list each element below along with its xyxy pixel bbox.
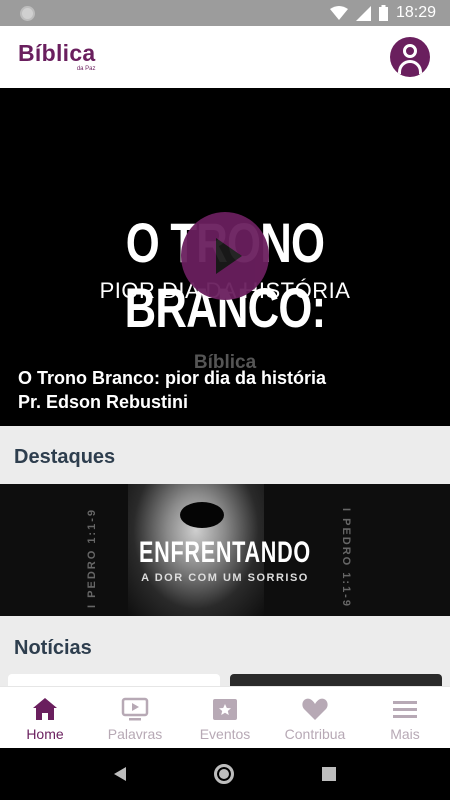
nav-label-eventos: Eventos	[199, 726, 251, 742]
logo-subtext: da Paz	[76, 66, 96, 72]
logo-text: Bíblica	[18, 40, 96, 66]
nav-item-eventos[interactable]: Eventos	[180, 687, 270, 748]
status-time: 18:29	[395, 4, 436, 21]
heart-icon	[302, 698, 328, 720]
status-bar: 18:29	[0, 0, 450, 26]
nav-label-contribua: Contribua	[284, 726, 346, 742]
banner-image-detail	[180, 502, 224, 528]
app-logo[interactable]: Bíblica da Paz	[18, 40, 96, 73]
signal-icon	[355, 5, 371, 21]
video-title: O Trono Branco: pior dia da história	[18, 368, 327, 388]
battery-icon	[378, 5, 388, 21]
notification-dot-icon	[20, 5, 35, 21]
nav-label-palavras: Palavras	[107, 726, 163, 742]
nav-label-home: Home	[26, 726, 64, 742]
nav-item-palavras[interactable]: Palavras	[90, 687, 180, 748]
play-button-icon[interactable]	[181, 212, 269, 300]
section-title-noticias: Notícias	[14, 637, 92, 659]
section-title-destaques: Destaques	[14, 446, 116, 468]
system-navigation-bar	[0, 748, 450, 800]
banner-title: ENFRENTANDO	[139, 536, 311, 569]
video-author: Pr. Edson Rebustini	[18, 392, 189, 412]
bottom-navigation: Home Palavras Eventos Contribua Mais	[0, 686, 450, 748]
back-icon[interactable]	[114, 767, 126, 781]
recent-apps-icon[interactable]	[322, 767, 336, 781]
wifi-icon	[329, 6, 348, 20]
video-caption: O Trono Branco: pior dia da história Pr.…	[18, 366, 326, 414]
profile-avatar-icon[interactable]	[390, 37, 430, 77]
menu-icon	[393, 701, 417, 718]
featured-video[interactable]: O TRONO BRANCO: PIOR DIA DA HISTÓRIA Bíb…	[0, 88, 450, 426]
video-icon	[121, 697, 149, 721]
home-icon	[33, 698, 57, 720]
events-icon	[213, 699, 237, 720]
app-header: Bíblica da Paz	[0, 26, 450, 88]
status-icons: 18:29	[329, 4, 436, 22]
home-circle-icon[interactable]	[214, 764, 234, 784]
nav-label-mais: Mais	[390, 726, 420, 742]
nav-item-home[interactable]: Home	[0, 687, 90, 748]
nav-item-contribua[interactable]: Contribua	[270, 687, 360, 748]
highlight-banner[interactable]: I PEDRO 1:1-9 I PEDRO 1:1-9 ENFRENTANDO …	[0, 484, 450, 616]
nav-item-mais[interactable]: Mais	[360, 687, 450, 748]
banner-subtitle: A DOR COM UM SORRISO	[141, 572, 309, 584]
